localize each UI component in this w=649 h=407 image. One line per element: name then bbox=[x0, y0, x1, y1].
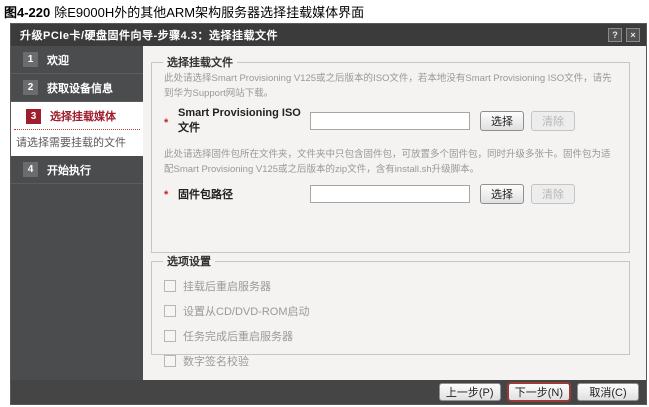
restart-after-mount-checkbox[interactable] bbox=[164, 280, 176, 292]
checkbox-label: 挂载后重启服务器 bbox=[183, 278, 271, 294]
checkbox-label: 数字签名校验 bbox=[183, 353, 249, 369]
iso-clear-button[interactable]: 清除 bbox=[531, 111, 575, 131]
step-number-badge: 1 bbox=[23, 52, 38, 67]
iso-select-button[interactable]: 选择 bbox=[480, 111, 524, 131]
step-label: 欢迎 bbox=[47, 52, 69, 68]
dialog-title: 升级PCIe卡/硬盘固件向导-步骤4.3：选择挂载文件 bbox=[20, 27, 604, 43]
previous-step-button[interactable]: 上一步(P) bbox=[439, 383, 501, 401]
boot-from-cd-checkbox[interactable] bbox=[164, 305, 176, 317]
next-step-button[interactable]: 下一步(N) bbox=[508, 383, 570, 401]
iso-file-label: Smart Provisioning ISO文件 bbox=[178, 107, 310, 135]
option-row-signature-check: 数字签名校验 bbox=[164, 353, 619, 369]
signature-check-checkbox[interactable] bbox=[164, 355, 176, 367]
active-step-row: 3 选择挂载媒体 bbox=[14, 102, 140, 130]
required-mark: * bbox=[164, 114, 178, 129]
firmware-path-row: * 固件包路径 选择 清除 bbox=[164, 184, 619, 204]
firmware-select-button[interactable]: 选择 bbox=[480, 184, 524, 204]
required-mark: * bbox=[164, 186, 178, 201]
option-row-restart-after-mount: 挂载后重启服务器 bbox=[164, 278, 619, 294]
option-row-boot-from-cd: 设置从CD/DVD-ROM启动 bbox=[164, 303, 619, 319]
checkbox-label: 设置从CD/DVD-ROM启动 bbox=[183, 303, 310, 319]
options-group-title: 选项设置 bbox=[163, 253, 215, 269]
step-label: 开始执行 bbox=[47, 162, 91, 178]
firmware-clear-button[interactable]: 清除 bbox=[531, 184, 575, 204]
sidebar-step-welcome[interactable]: 1 欢迎 bbox=[11, 46, 143, 74]
dialog-titlebar: 升级PCIe卡/硬盘固件向导-步骤4.3：选择挂载文件 ? × bbox=[11, 24, 646, 46]
page: 图4-220 除E9000H外的其他ARM架构服务器选择挂载媒体界面 升级PCIe… bbox=[0, 0, 649, 407]
figure-title: 图4-220 除E9000H外的其他ARM架构服务器选择挂载媒体界面 bbox=[4, 2, 364, 21]
figure-number: 图4-220 bbox=[4, 5, 50, 20]
restart-after-task-checkbox[interactable] bbox=[164, 330, 176, 342]
sidebar-step-select-media-active[interactable]: 3 选择挂载媒体 请选择需要挂载的文件 bbox=[11, 102, 143, 156]
firmware-path-input[interactable] bbox=[310, 185, 470, 203]
dialog-footer: 上一步(P) 下一步(N) 取消(C) bbox=[11, 380, 646, 404]
wizard-content: 选择挂载文件 此处请选择Smart Provisioning V125或之后版本… bbox=[143, 46, 646, 380]
step-number-badge: 4 bbox=[23, 162, 38, 177]
active-step-description: 请选择需要挂载的文件 bbox=[11, 130, 143, 156]
step-label: 获取设备信息 bbox=[47, 80, 113, 96]
wizard-dialog: 升级PCIe卡/硬盘固件向导-步骤4.3：选择挂载文件 ? × 1 欢迎 2 获… bbox=[10, 23, 647, 405]
figure-caption: 除E9000H外的其他ARM架构服务器选择挂载媒体界面 bbox=[54, 5, 364, 20]
iso-file-input[interactable] bbox=[310, 112, 470, 130]
sidebar-step-execute[interactable]: 4 开始执行 bbox=[11, 156, 143, 184]
options-group: 选项设置 挂载后重启服务器 设置从CD/DVD-ROM启动 任务完成后重启服务器 bbox=[151, 253, 630, 355]
checkbox-label: 任务完成后重启服务器 bbox=[183, 328, 293, 344]
wizard-steps-sidebar: 1 欢迎 2 获取设备信息 3 选择挂载媒体 请选择需要挂载的文件 4 开始执行 bbox=[11, 46, 143, 380]
file-select-group: 选择挂载文件 此处请选择Smart Provisioning V125或之后版本… bbox=[151, 54, 630, 253]
option-row-restart-after-task: 任务完成后重启服务器 bbox=[164, 328, 619, 344]
file-select-group-title: 选择挂载文件 bbox=[163, 54, 237, 70]
step-number-badge: 3 bbox=[26, 109, 41, 124]
firmware-path-label: 固件包路径 bbox=[178, 186, 310, 202]
cancel-button[interactable]: 取消(C) bbox=[577, 383, 639, 401]
firmware-hint-text: 此处请选择固件包所在文件夹，文件夹中只包含固件包，可放置多个固件包，同时升级多张… bbox=[164, 148, 619, 177]
help-icon[interactable]: ? bbox=[608, 28, 622, 42]
step-number-badge: 2 bbox=[23, 80, 38, 95]
iso-file-row: * Smart Provisioning ISO文件 选择 清除 bbox=[164, 107, 619, 135]
sidebar-step-device-info[interactable]: 2 获取设备信息 bbox=[11, 74, 143, 102]
dialog-body: 1 欢迎 2 获取设备信息 3 选择挂载媒体 请选择需要挂载的文件 4 开始执行 bbox=[11, 46, 646, 380]
step-label: 选择挂载媒体 bbox=[50, 108, 116, 124]
iso-hint-text: 此处请选择Smart Provisioning V125或之后版本的ISO文件，… bbox=[164, 72, 619, 101]
close-icon[interactable]: × bbox=[626, 28, 640, 42]
